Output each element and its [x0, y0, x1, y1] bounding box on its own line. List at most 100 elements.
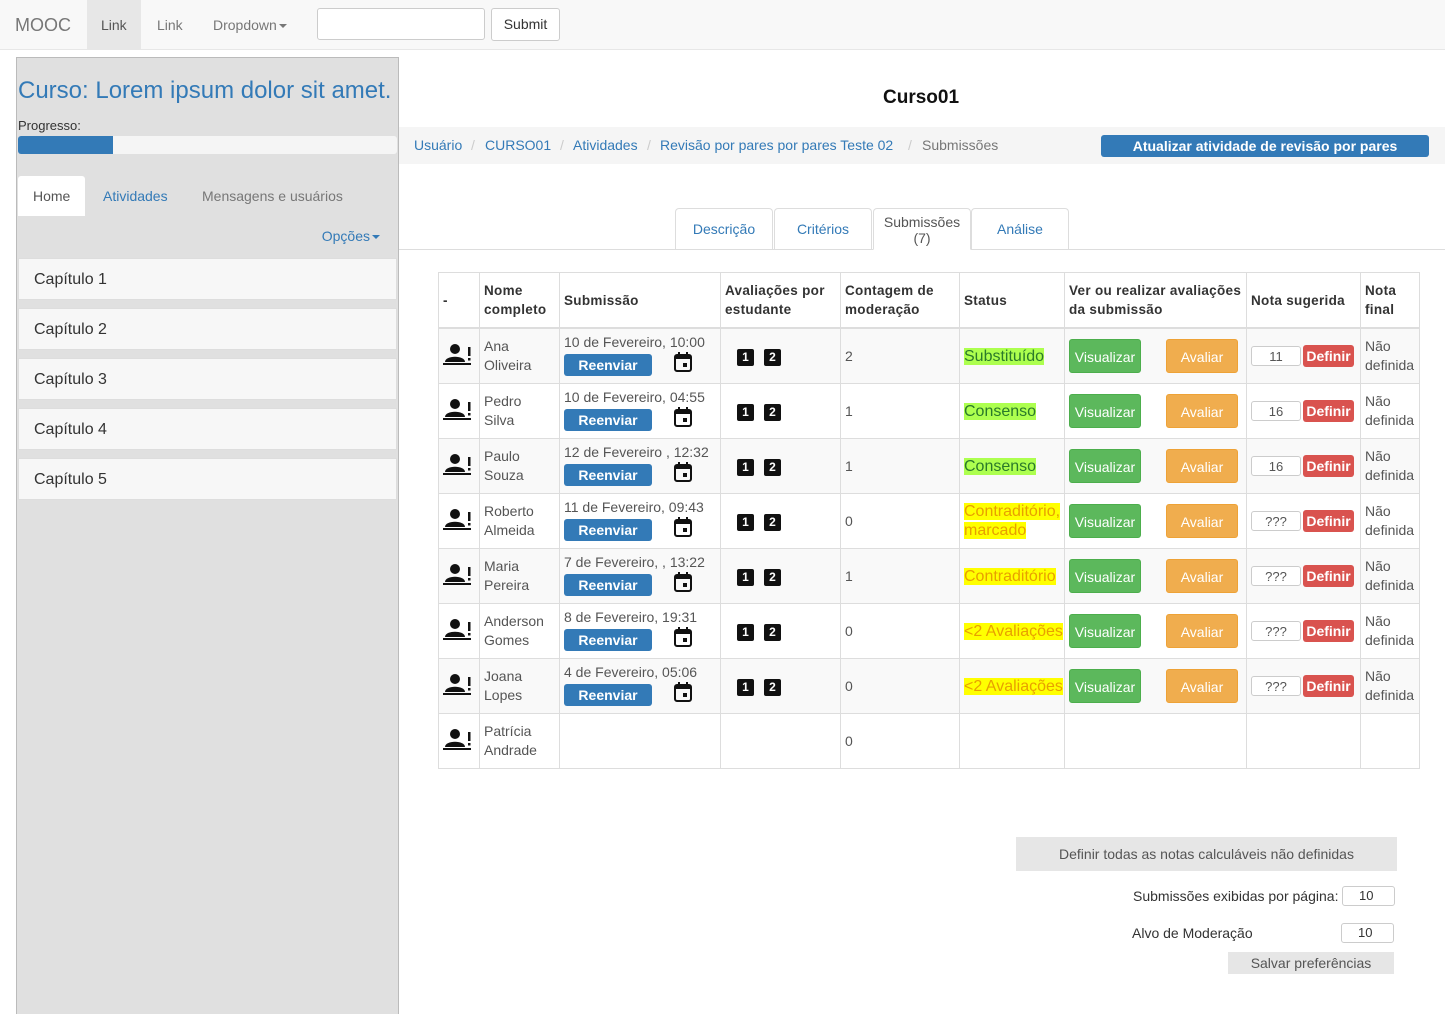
tab-criterios[interactable]: Critérios	[774, 208, 872, 249]
review-1-icon[interactable]: 1	[737, 513, 754, 531]
grade-input[interactable]: ???	[1251, 676, 1301, 696]
reviews-cell: 12	[720, 658, 841, 714]
evaluate-button[interactable]: Avaliar	[1166, 504, 1238, 538]
submission-date: 12 de Fevereiro , 12:32	[564, 444, 709, 460]
nav-link-1[interactable]: Link	[87, 0, 141, 49]
search-input[interactable]	[317, 8, 485, 40]
submission-date: 8 de Fevereiro, 19:31	[564, 609, 698, 625]
per-page-input[interactable]: 10	[1342, 886, 1395, 906]
breadcrumb-item[interactable]: CURSO01	[485, 137, 551, 153]
resend-button[interactable]: Reenviar	[564, 573, 652, 596]
define-button[interactable]: Definir	[1303, 345, 1354, 367]
submit-button[interactable]: Submit	[491, 8, 560, 41]
breadcrumb-item[interactable]: Atividades	[573, 137, 638, 153]
moderation-count-cell: 0	[840, 493, 960, 549]
review-1-icon[interactable]: 1	[737, 348, 754, 366]
actions-cell	[1064, 713, 1247, 769]
review-2-icon[interactable]: 2	[764, 678, 781, 696]
tab-submissoes[interactable]: Submissões (7)	[873, 208, 971, 250]
resend-button[interactable]: Reenviar	[564, 518, 652, 541]
review-1-icon[interactable]: 1	[737, 678, 754, 696]
resend-button[interactable]: Reenviar	[564, 353, 652, 376]
top-navbar: MOOC Link Link Dropdown Submit	[0, 0, 1445, 50]
review-1-icon[interactable]: 1	[737, 568, 754, 586]
evaluate-button[interactable]: Avaliar	[1166, 559, 1238, 593]
chapter-item[interactable]: Capítulo 4	[18, 408, 397, 450]
resend-button[interactable]: Reenviar	[564, 463, 652, 486]
reviews-cell	[720, 713, 841, 769]
grade-input[interactable]: ???	[1251, 621, 1301, 641]
table-row: Maria Pereira 7 de Fevereiro, , 13:22 Reenv…	[438, 548, 1420, 604]
review-2-icon[interactable]: 2	[764, 568, 781, 586]
nav-dropdown[interactable]: Dropdown	[199, 0, 301, 49]
options-dropdown[interactable]: Opções	[322, 228, 380, 244]
calendar-icon[interactable]	[674, 572, 692, 597]
view-button[interactable]: Visualizar	[1069, 339, 1141, 373]
status-cell: <2 Avaliações	[959, 603, 1065, 659]
chapter-item[interactable]: Capítulo 5	[18, 458, 397, 500]
review-2-icon[interactable]: 2	[764, 513, 781, 531]
save-preferences-button[interactable]: Salvar preferências	[1228, 952, 1394, 974]
define-button[interactable]: Definir	[1303, 455, 1354, 477]
final-grade-line2: definida	[1365, 522, 1415, 538]
calendar-icon[interactable]	[674, 352, 692, 377]
tab-submissoes-count: (7)	[913, 230, 931, 246]
review-2-icon[interactable]: 2	[764, 458, 781, 476]
chapter-item[interactable]: Capítulo 2	[18, 308, 397, 350]
review-1-icon[interactable]: 1	[737, 623, 754, 641]
resend-button[interactable]: Reenviar	[564, 628, 652, 651]
evaluate-button[interactable]: Avaliar	[1166, 394, 1238, 428]
set-all-grades-button[interactable]: Definir todas as notas calculáveis não d…	[1016, 837, 1397, 871]
evaluate-button[interactable]: Avaliar	[1166, 669, 1238, 703]
side-tab-atividades[interactable]: Atividades	[88, 176, 183, 216]
update-activity-button[interactable]: Atualizar atividade de revisão por pares	[1101, 135, 1429, 157]
calendar-icon[interactable]	[674, 407, 692, 432]
view-button[interactable]: Visualizar	[1069, 504, 1141, 538]
view-button[interactable]: Visualizar	[1069, 449, 1141, 483]
review-2-icon[interactable]: 2	[764, 348, 781, 366]
view-button[interactable]: Visualizar	[1069, 614, 1141, 648]
define-button[interactable]: Definir	[1303, 620, 1354, 642]
define-button[interactable]: Definir	[1303, 565, 1354, 587]
review-2-icon[interactable]: 2	[764, 623, 781, 641]
side-tab-mensagens[interactable]: Mensagens e usuários	[187, 176, 358, 216]
grade-input[interactable]: ???	[1251, 511, 1301, 531]
final-grade-cell: Não definida	[1360, 383, 1420, 439]
grade-input[interactable]: 16	[1251, 456, 1301, 476]
resend-button[interactable]: Reenviar	[564, 683, 652, 706]
view-button[interactable]: Visualizar	[1069, 394, 1141, 428]
grade-input[interactable]: 16	[1251, 401, 1301, 421]
breadcrumb-item[interactable]: Revisão por pares por pares Teste 02	[660, 137, 893, 153]
chapter-item[interactable]: Capítulo 3	[18, 358, 397, 400]
calendar-icon[interactable]	[674, 682, 692, 707]
brand[interactable]: MOOC	[15, 15, 71, 36]
evaluate-button[interactable]: Avaliar	[1166, 339, 1238, 373]
breadcrumb-item[interactable]: Usuário	[414, 137, 462, 153]
final-grade-cell: Não definida	[1360, 658, 1420, 714]
status-badge: Consenso	[964, 457, 1037, 475]
grade-input[interactable]: ???	[1251, 566, 1301, 586]
view-button[interactable]: Visualizar	[1069, 559, 1141, 593]
evaluate-button[interactable]: Avaliar	[1166, 614, 1238, 648]
moderation-target-input[interactable]: 10	[1341, 923, 1394, 943]
view-button[interactable]: Visualizar	[1069, 669, 1141, 703]
calendar-icon[interactable]	[674, 462, 692, 487]
evaluate-button[interactable]: Avaliar	[1166, 449, 1238, 483]
review-1-icon[interactable]: 1	[737, 403, 754, 421]
course-title: Curso: Lorem ipsum dolor sit amet.	[18, 77, 392, 104]
calendar-icon[interactable]	[674, 517, 692, 542]
tab-descricao[interactable]: Descrição	[675, 208, 773, 249]
define-button[interactable]: Definir	[1303, 400, 1354, 422]
define-button[interactable]: Definir	[1303, 675, 1354, 697]
grade-input[interactable]: 11	[1251, 346, 1301, 366]
side-tab-home[interactable]: Home	[18, 176, 86, 216]
nav-link-2[interactable]: Link	[143, 0, 197, 49]
review-1-icon[interactable]: 1	[737, 458, 754, 476]
resend-button[interactable]: Reenviar	[564, 408, 652, 431]
chapter-item[interactable]: Capítulo 1	[18, 258, 397, 300]
define-button[interactable]: Definir	[1303, 510, 1354, 532]
calendar-icon[interactable]	[674, 627, 692, 652]
review-2-icon[interactable]: 2	[764, 403, 781, 421]
tab-analise[interactable]: Análise	[971, 208, 1069, 249]
col-header: Submissão	[559, 272, 721, 329]
